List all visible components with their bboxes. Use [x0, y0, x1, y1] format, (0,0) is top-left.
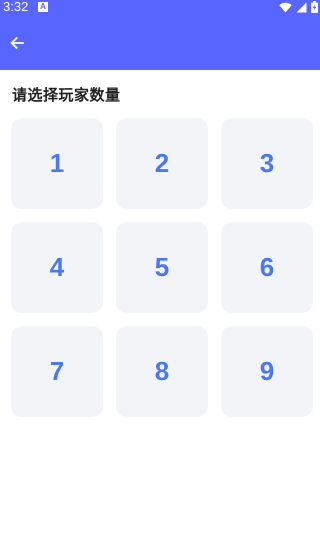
option-label: 4: [49, 252, 65, 282]
option-label: 6: [259, 252, 275, 282]
player-count-option-9[interactable]: 9: [221, 326, 313, 417]
player-count-option-3[interactable]: 3: [221, 118, 313, 209]
option-label: 7: [49, 356, 65, 386]
page-prompt: 请选择玩家数量: [12, 86, 121, 104]
status-time: 3:32: [3, 0, 29, 14]
player-count-option-4[interactable]: 4: [11, 222, 103, 313]
player-count-option-2[interactable]: 2: [116, 118, 208, 209]
notification-badge-icon: A: [38, 2, 48, 12]
app-bar: [0, 14, 320, 70]
player-count-option-1[interactable]: 1: [11, 118, 103, 209]
player-count-option-5[interactable]: 5: [116, 222, 208, 313]
option-label: 1: [49, 148, 65, 178]
player-count-option-6[interactable]: 6: [221, 222, 313, 313]
option-label: 2: [154, 148, 170, 178]
player-count-grid: 1 2 3 4 5 6 7 8 9: [11, 118, 313, 417]
player-count-option-7[interactable]: 7: [11, 326, 103, 417]
option-label: 9: [259, 356, 275, 386]
player-count-option-8[interactable]: 8: [116, 326, 208, 417]
status-bar: 3:32 A: [0, 0, 320, 14]
option-label: 8: [154, 356, 170, 386]
option-label: 5: [154, 252, 170, 282]
status-icons: [279, 0, 318, 13]
back-button[interactable]: [7, 34, 27, 54]
option-label: 3: [259, 148, 275, 178]
arrow-left-icon: [10, 35, 24, 54]
